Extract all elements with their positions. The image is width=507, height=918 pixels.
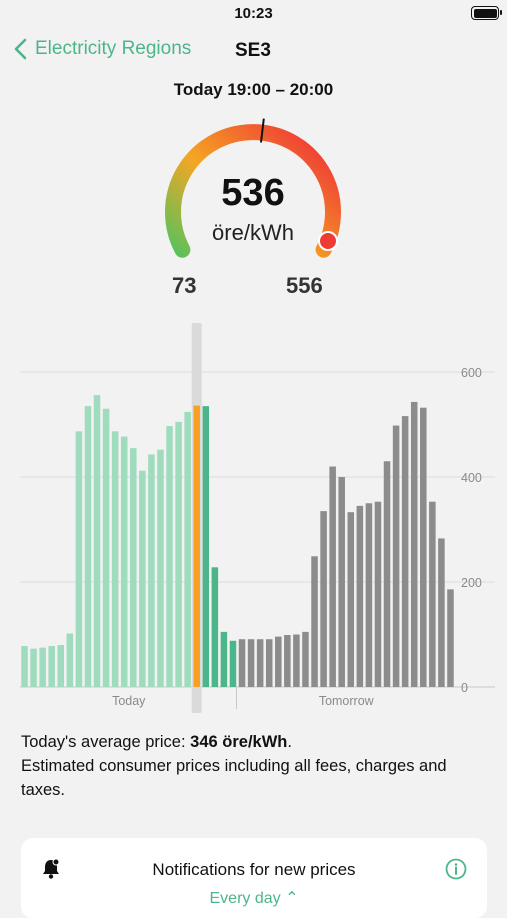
status-time: 10:23 (234, 5, 273, 22)
navigation-bar: Electricity Regions SE3 (0, 38, 507, 68)
tomorrow-price-bar (420, 407, 427, 687)
avg-price-suffix: . (287, 733, 292, 751)
gauge-min-label: 73 (172, 273, 197, 298)
today-price-bar (211, 567, 219, 687)
tomorrow-price-bar (392, 425, 400, 687)
tomorrow-price-bar (275, 636, 282, 687)
price-chart[interactable]: 600 400 200 0 Today Tomorrow (0, 320, 507, 715)
today-price-bar (120, 436, 128, 687)
x-label-tomorrow: Tomorrow (319, 694, 375, 708)
notification-frequency-selector[interactable]: Every day ⌃ (21, 888, 487, 908)
y-tick-label: 0 (461, 681, 468, 695)
battery-icon (471, 6, 502, 20)
back-button-label: Electricity Regions (35, 38, 192, 59)
today-price-bar (21, 646, 28, 687)
tomorrow-price-bar (265, 639, 273, 687)
current-price-value: 536 (221, 172, 285, 214)
tomorrow-price-bar (302, 631, 309, 687)
avg-price-prefix: Today's average price: (21, 733, 191, 751)
today-price-bar (166, 426, 173, 687)
tomorrow-price-bar (429, 501, 436, 687)
tomorrow-price-bar (438, 538, 445, 687)
tomorrow-price-bar (256, 639, 264, 687)
tomorrow-price-bar (329, 466, 336, 687)
tomorrow-price-bar (311, 556, 318, 687)
today-price-bar (57, 645, 65, 687)
info-circle-icon[interactable] (445, 858, 467, 880)
today-price-bar (102, 408, 110, 687)
chevron-left-icon (14, 38, 27, 60)
today-price-bar (202, 406, 210, 687)
tomorrow-price-bar (410, 401, 418, 687)
today-price-bar (93, 395, 101, 687)
today-price-bar (84, 406, 92, 687)
avg-price-value: 346 öre/kWh (190, 733, 288, 751)
today-price-bar (229, 640, 237, 687)
today-price-bar (39, 647, 46, 687)
today-price-bar (220, 631, 228, 687)
page-title: SE3 (235, 40, 271, 61)
tomorrow-price-bar (247, 639, 255, 687)
price-note: Estimated consumer prices including all … (21, 757, 447, 799)
tomorrow-price-bar (347, 512, 355, 687)
today-price-bar (48, 646, 55, 687)
tomorrow-price-bar (374, 501, 382, 687)
tomorrow-price-bar (293, 634, 300, 687)
today-price-bar (75, 431, 83, 687)
today-price-bar (157, 449, 164, 687)
y-tick-label: 400 (461, 471, 482, 485)
today-price-bar (193, 405, 200, 687)
tomorrow-price-bar (401, 416, 409, 687)
notifications-card: Notifications for new prices Every day ⌃ (21, 838, 487, 918)
today-price-bar (66, 633, 74, 687)
notifications-title: Notifications for new prices (152, 860, 356, 879)
today-price-bar (111, 431, 119, 687)
today-price-bar (175, 421, 182, 687)
today-price-bar (139, 470, 146, 687)
x-label-today: Today (112, 694, 146, 708)
today-price-bar (130, 448, 137, 687)
today-price-bar (148, 454, 155, 687)
price-info: Today's average price: 346 öre/kWh. Esti… (21, 730, 491, 802)
back-button[interactable]: Electricity Regions (14, 38, 191, 60)
status-bar: 10:23 (0, 0, 507, 30)
today-price-bar (30, 648, 37, 687)
tomorrow-price-bar (320, 511, 327, 687)
tomorrow-price-bar (365, 503, 373, 687)
tomorrow-price-bar (447, 589, 454, 687)
tomorrow-price-bar (383, 461, 391, 687)
gauge-max-label: 556 (286, 273, 323, 298)
y-tick-label: 200 (461, 576, 482, 590)
tomorrow-price-bar (356, 505, 364, 687)
selected-period: Today 19:00 – 20:00 (173, 80, 334, 99)
y-tick-label: 600 (461, 366, 482, 380)
today-price-bar (184, 411, 191, 687)
tomorrow-price-bar (284, 635, 291, 687)
current-price-unit: öre/kWh (212, 220, 294, 245)
tomorrow-price-bar (238, 639, 246, 687)
tomorrow-price-bar (338, 477, 345, 687)
